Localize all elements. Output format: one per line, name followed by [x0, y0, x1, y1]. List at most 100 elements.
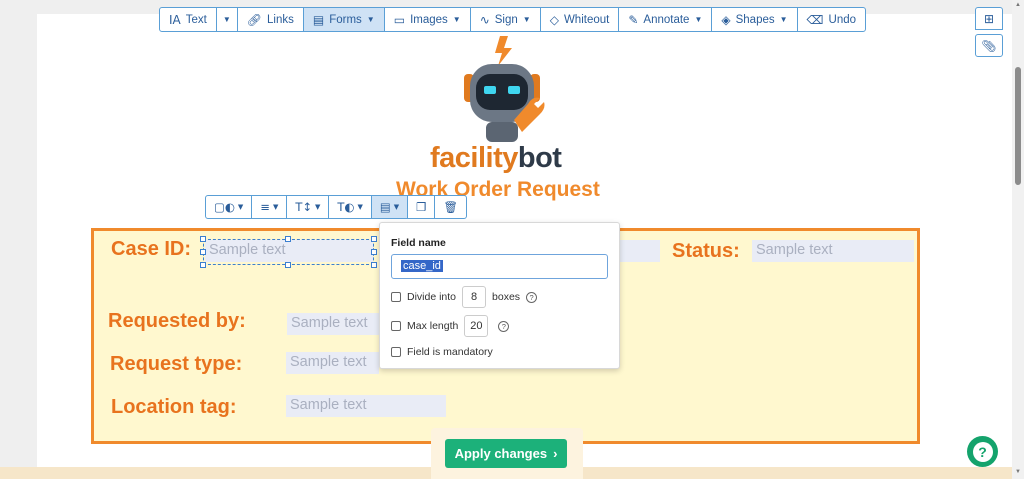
- requested-by-label: Requested by:: [108, 310, 246, 332]
- palette-icon: ▢◐: [214, 200, 235, 214]
- paperclip-icon: 📎︎: [981, 38, 997, 53]
- requested-by-field[interactable]: Sample text: [287, 313, 379, 335]
- max-length-input[interactable]: 20: [464, 315, 489, 337]
- pencil-icon: ✎: [628, 12, 639, 27]
- location-tag-label: Location tag:: [111, 396, 237, 418]
- max-length-checkbox[interactable]: [391, 321, 401, 331]
- mandatory-row: Field is mandatory: [391, 346, 493, 358]
- brand-wordmark: facilitybot: [430, 142, 562, 175]
- whiteout-tool-label: Whiteout: [563, 13, 610, 26]
- field-name-input[interactable]: case_id: [391, 254, 608, 279]
- chevron-down-icon: ▼: [522, 15, 531, 24]
- chevron-down-icon: ▼: [452, 15, 461, 24]
- element-toolbar: ▢◐ ▼ ≡ ▼ T↕ ▼ T◐ ▼ ▤ ▼ ❐ 🗑︎: [205, 195, 468, 219]
- case-id-label: Case ID:: [111, 238, 192, 260]
- help-circle-icon[interactable]: ?: [526, 291, 538, 303]
- mandatory-label: Field is mandatory: [407, 346, 493, 358]
- attachment-button[interactable]: 📎︎: [975, 34, 1003, 57]
- annotate-tool-button[interactable]: ✎ Annotate ▼: [619, 8, 713, 31]
- chevron-right-icon: ›: [553, 446, 558, 461]
- resize-handle[interactable]: [371, 262, 377, 268]
- undo-label: Undo: [828, 13, 857, 26]
- undo-button[interactable]: ⌫ Undo: [798, 8, 865, 31]
- mandatory-checkbox[interactable]: [391, 347, 401, 357]
- resize-handle[interactable]: [200, 249, 206, 255]
- resize-handle[interactable]: [200, 262, 206, 268]
- font-size-icon: T↕: [295, 200, 312, 214]
- request-type-field[interactable]: Sample text: [286, 352, 379, 374]
- resize-handle[interactable]: [371, 236, 377, 242]
- copy-icon: ❐: [416, 200, 427, 214]
- case-id-field-extra[interactable]: [620, 240, 660, 262]
- chevron-down-icon: ▼: [315, 203, 321, 211]
- duplicate-button[interactable]: ❐: [408, 196, 436, 218]
- eraser-icon: ◇: [549, 12, 559, 27]
- whiteout-tool-button[interactable]: ◇ Whiteout: [541, 8, 620, 31]
- brand-bot: bot: [517, 142, 562, 174]
- links-tool-button[interactable]: 🔗︎ Links: [238, 8, 304, 31]
- images-tool-button[interactable]: ▭ Images ▼: [385, 8, 471, 31]
- scroll-up-icon[interactable]: ▲: [1015, 2, 1021, 8]
- border-color-button[interactable]: ▢◐ ▼: [206, 196, 253, 218]
- sign-tool-button[interactable]: ∿ Sign ▼: [471, 8, 541, 31]
- divide-into-checkbox[interactable]: [391, 292, 401, 302]
- field-name-label: Field name: [391, 237, 446, 249]
- help-circle-icon[interactable]: ?: [498, 320, 510, 332]
- chevron-down-icon: ▼: [779, 15, 788, 24]
- editor-toolbar: IA Text ▼ 🔗︎ Links ▤ Forms ▼ ▭ Images ▼ …: [159, 7, 867, 32]
- align-left-icon: ≡: [260, 200, 270, 214]
- chevron-down-icon: ▼: [366, 15, 375, 24]
- resize-handle[interactable]: [200, 236, 206, 242]
- field-settings-button[interactable]: ▤ ▼: [371, 196, 409, 218]
- links-tool-label: Links: [267, 13, 294, 26]
- trash-icon: 🗑︎: [443, 200, 459, 214]
- apply-changes-button[interactable]: Apply changes ›: [445, 439, 567, 468]
- shapes-icon: ◈: [721, 12, 731, 27]
- form-icon: ▤: [312, 12, 325, 27]
- chevron-down-icon: ▼: [222, 15, 231, 24]
- vertical-scrollbar[interactable]: ▲ ▼: [1012, 0, 1024, 479]
- resize-handle[interactable]: [285, 262, 291, 268]
- shapes-tool-button[interactable]: ◈ Shapes ▼: [712, 8, 798, 31]
- shapes-tool-label: Shapes: [735, 13, 775, 26]
- text-tool-button[interactable]: IA Text: [160, 8, 217, 31]
- max-length-label: Max length: [407, 320, 459, 332]
- field-settings-popup: Field name case_id Divide into 8 boxes ?…: [379, 222, 620, 369]
- scroll-down-icon[interactable]: ▼: [1015, 469, 1021, 475]
- max-length-row: Max length 20 ?: [391, 315, 510, 337]
- divide-into-row: Divide into 8 boxes ?: [391, 286, 538, 308]
- resize-handle[interactable]: [371, 249, 377, 255]
- text-dropdown-button[interactable]: ▼: [217, 8, 238, 31]
- resize-handle[interactable]: [285, 236, 291, 242]
- chevron-down-icon: ▼: [393, 203, 400, 211]
- signature-icon: ∿: [479, 12, 490, 27]
- align-button[interactable]: ≡ ▼: [252, 196, 288, 218]
- form-field-icon: ▤: [379, 200, 391, 214]
- divide-into-input[interactable]: 8: [462, 286, 487, 308]
- images-tool-label: Images: [410, 13, 448, 26]
- forms-tool-button[interactable]: ▤ Forms ▼: [303, 8, 385, 31]
- brand-facility: facility: [430, 142, 518, 174]
- apply-changes-label: Apply changes: [454, 446, 548, 461]
- status-field[interactable]: Sample text: [752, 240, 914, 262]
- text-icon: IA: [169, 12, 181, 27]
- location-tag-field[interactable]: Sample text: [286, 395, 446, 417]
- text-tool-label: Text: [185, 13, 207, 26]
- scroll-thumb[interactable]: [1015, 67, 1021, 185]
- request-type-label: Request type:: [110, 353, 243, 375]
- text-color-button[interactable]: T◐ ▼: [329, 196, 372, 218]
- sign-tool-label: Sign: [494, 13, 518, 26]
- forms-tool-label: Forms: [329, 13, 362, 26]
- text-color-icon: T◐: [337, 200, 355, 214]
- annotate-tool-label: Annotate: [643, 13, 690, 26]
- chevron-down-icon: ▼: [357, 203, 363, 211]
- grid-icon: ⊞: [983, 11, 995, 26]
- status-label: Status:: [672, 240, 740, 262]
- chevron-down-icon: ▼: [272, 203, 279, 211]
- chevron-down-icon: ▼: [237, 203, 244, 211]
- image-icon: ▭: [393, 12, 406, 27]
- help-button[interactable]: ?: [967, 436, 998, 467]
- grid-view-button[interactable]: ⊞: [975, 7, 1003, 30]
- font-size-button[interactable]: T↕ ▼: [287, 196, 330, 218]
- delete-button[interactable]: 🗑︎: [435, 196, 466, 218]
